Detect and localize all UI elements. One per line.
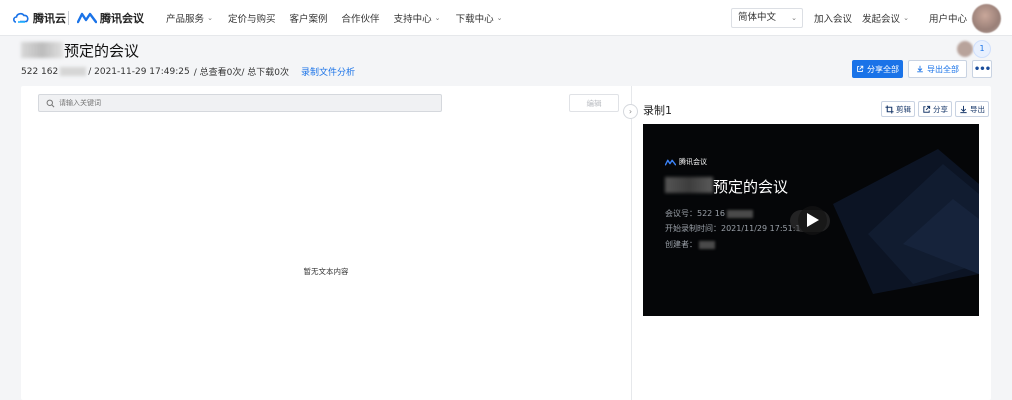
user-center-link[interactable]: 用户中心 <box>929 0 967 36</box>
brand-cloud-text: 腾讯云 <box>33 12 66 25</box>
share-all-button[interactable]: 分享全部 <box>852 60 903 78</box>
nav-partners-label: 合作伙伴 <box>341 14 380 25</box>
export-all-button[interactable]: 导出全部 <box>908 60 967 78</box>
share-label: 分享 <box>933 104 948 114</box>
more-options-button[interactable]: ••• <box>972 60 992 78</box>
collapse-panel-icon[interactable]: › <box>623 104 638 119</box>
crop-icon <box>885 104 894 114</box>
video-meeting-no: 会议号：522 16 <box>665 208 753 219</box>
empty-transcript-text: 暂无文本内容 <box>303 267 349 276</box>
tencent-cloud-logo[interactable]: 腾讯云 <box>12 10 66 26</box>
nav-pricing[interactable]: 定价与购买 <box>228 11 276 25</box>
user-avatar[interactable] <box>972 4 1001 33</box>
transcript-search[interactable] <box>38 94 442 112</box>
recorded-at: / 2021-11-29 17:49:25 <box>88 66 190 77</box>
meeting-logo-icon <box>77 12 97 24</box>
export-button[interactable]: 导出 <box>955 101 989 117</box>
recording-meta: 522 162 / 2021-11-29 17:49:25 / 总查看0次/ 总… <box>21 65 355 79</box>
user-center-label: 用户中心 <box>929 14 968 25</box>
play-button[interactable] <box>790 206 830 235</box>
main-nav: 产品服务 ⌄ 定价与购买 客户案例 合作伙伴 支持中心 ⌄ 下载中心 ⌄ <box>166 0 518 36</box>
language-select[interactable]: 简体中文 ⌄ <box>731 8 803 28</box>
share-icon <box>923 105 931 113</box>
search-input[interactable] <box>59 95 439 111</box>
chevron-down-icon: ⌄ <box>207 14 213 22</box>
nav-products-label: 产品服务 <box>166 14 205 25</box>
video-creator: 创建者： <box>665 239 715 250</box>
video-start-time: 开始录制时间：2021/11/29 17:51:1 <box>665 223 801 234</box>
meeting-id: 522 162 <box>21 66 59 77</box>
viewer-avatar <box>957 41 973 57</box>
export-all-label: 导出全部 <box>927 64 959 74</box>
video-brand-label: 腾讯会议 <box>679 158 707 166</box>
language-select-value: 简体中文 <box>738 12 777 23</box>
recording-title: 录制1 <box>643 104 672 117</box>
viewer-count-badge[interactable]: 1 <box>973 40 991 58</box>
search-icon <box>46 99 55 108</box>
nav-partners[interactable]: 合作伙伴 <box>342 11 380 25</box>
panel-divider <box>631 86 632 400</box>
nav-cases-label: 客户案例 <box>289 14 328 25</box>
chevron-down-icon: ⌄ <box>434 14 441 22</box>
view-download-stats: / 总查看0次/ 总下载0次 <box>193 68 289 78</box>
redacted-text <box>727 209 753 218</box>
clip-label: 剪辑 <box>896 104 911 114</box>
play-icon <box>807 213 819 227</box>
download-icon <box>960 105 967 113</box>
video-meeting-no-label: 会议号：522 16 <box>665 209 725 218</box>
share-all-label: 分享全部 <box>867 64 899 74</box>
share-icon <box>857 65 864 72</box>
redacted-text <box>699 240 715 249</box>
export-label: 导出 <box>970 104 985 114</box>
nav-download[interactable]: 下载中心 ⌄ <box>456 11 504 25</box>
logo-divider <box>68 11 69 25</box>
start-meeting-menu[interactable]: 发起会议 ⌄ <box>862 0 910 36</box>
chevron-down-icon: ⌄ <box>791 14 797 22</box>
start-meeting-label: 发起会议 <box>862 14 901 25</box>
chevron-down-icon: ⌄ <box>496 14 503 22</box>
video-creator-label: 创建者： <box>665 240 697 249</box>
meeting-id-redacted <box>60 67 87 76</box>
analysis-link[interactable]: 录制文件分析 <box>301 65 355 78</box>
join-meeting-label: 加入会议 <box>814 14 853 25</box>
download-icon <box>917 65 923 73</box>
nav-support[interactable]: 支持中心 ⌄ <box>394 11 442 25</box>
nav-support-label: 支持中心 <box>393 14 432 25</box>
tencent-meeting-logo[interactable]: 腾讯会议 <box>77 10 144 26</box>
video-brand: 腾讯会议 <box>665 157 707 167</box>
brand-meeting-text: 腾讯会议 <box>100 12 144 25</box>
recording-actions: 剪辑 分享 导出 <box>881 101 989 117</box>
nav-download-label: 下载中心 <box>455 14 494 25</box>
title-redacted <box>21 42 63 58</box>
page-title: 预定的会议 <box>64 42 140 60</box>
video-title-redacted <box>665 177 713 193</box>
chevron-down-icon: ⌄ <box>903 14 909 22</box>
video-start-time-label: 开始录制时间：2021/11/29 17:51:1 <box>665 224 801 233</box>
video-title: 预定的会议 <box>713 178 789 196</box>
nav-cases[interactable]: 客户案例 <box>290 11 328 25</box>
meeting-logo-icon <box>665 159 676 165</box>
top-navbar: 腾讯云 腾讯会议 产品服务 ⌄ 定价与购买 客户案例 合作伙伴 支持中心 ⌄ 下载中… <box>0 0 1012 36</box>
clip-button[interactable]: 剪辑 <box>881 101 915 117</box>
nav-products[interactable]: 产品服务 ⌄ <box>166 11 214 25</box>
edit-button[interactable]: 编辑 <box>569 94 619 112</box>
share-button[interactable]: 分享 <box>918 101 952 117</box>
join-meeting-link[interactable]: 加入会议 <box>814 0 852 36</box>
cloud-logo-icon <box>13 12 29 23</box>
nav-pricing-label: 定价与购买 <box>228 14 276 25</box>
